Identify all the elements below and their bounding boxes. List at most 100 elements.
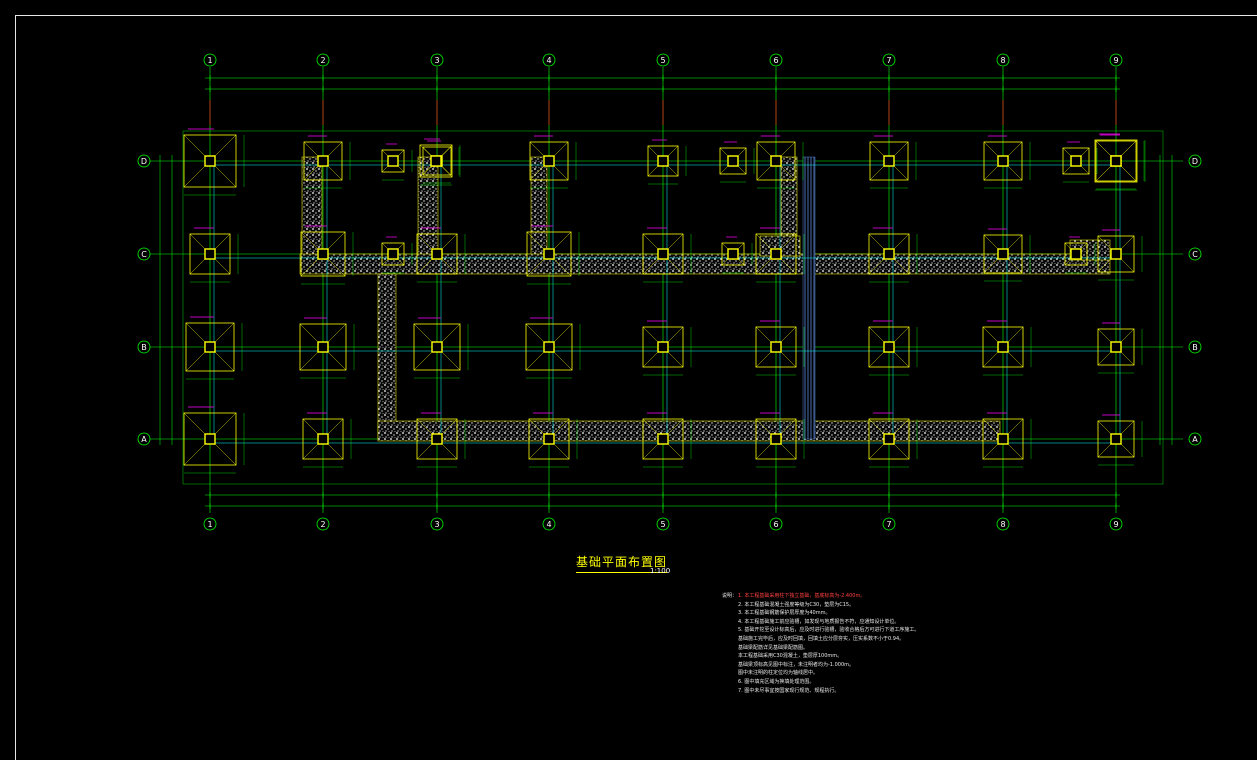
grid-bubble: 9 [1109,517,1123,531]
column-stub [1070,248,1082,260]
column-stub [387,155,399,167]
note-item: 5. 基础开挖至设计标高后，应及时进行验槽，验收合格后方可进行下道工序施工。 [738,627,920,634]
column-stub [883,248,895,260]
grid-bubble-label: 4 [546,520,551,529]
column-stub [387,248,399,260]
column-stub [770,433,782,445]
column-stub [430,155,442,167]
grid-bubble: 2 [316,53,330,67]
column-stub [657,433,669,445]
grid-bubble: 1 [203,53,217,67]
grid-bubble-label: 8 [1000,56,1005,65]
footing [381,143,413,181]
footing [983,135,1031,189]
column-stub [770,155,782,167]
grid-bubble: 6 [769,517,783,531]
note-item: 4. 本工程基础施工前应验槽，如发现与地质报告不符，应通知设计单位。 [738,618,900,625]
column-stub [1110,248,1122,260]
grid-bubble: D [1188,154,1202,168]
grid-bubble: A [137,432,151,446]
column-stub [317,155,329,167]
grid-bubble: 8 [996,517,1010,531]
fill-zone [299,253,1111,275]
column-stub [1110,433,1122,445]
column-stub [997,155,1009,167]
note-item: 7. 图中未尽事宜按国家现行规范、规程执行。 [738,687,840,694]
fill-zone [530,156,548,258]
grid-bubble: 7 [882,53,896,67]
grid-bubble-label: 1 [207,56,212,65]
grid-bubble: C [137,247,151,261]
footing [719,141,755,183]
column-stub [770,341,782,353]
column-stub [431,341,443,353]
note-item: 基础施工完毕后，应及时回填，回填土应分层夯实，压实系数不小于0.94。 [738,635,905,642]
grid-bubble-label: 7 [886,56,891,65]
grid-bubble-label: 6 [773,56,778,65]
grid-bubble-label: 5 [660,520,665,529]
footing [869,135,917,189]
column-stub [431,433,443,445]
grid-bubble: A [1188,432,1202,446]
grid-bubble: 3 [430,517,444,531]
grid-bubble-label: C [141,250,147,259]
note-item: 1. 本工程基础采用柱下独立基础，基底标高为-2.400m。 [738,593,866,599]
column-stub [1110,155,1122,167]
grid-bubble: 4 [542,517,556,531]
note-item: 本工程基础采用C30混凝土，垫层厚100mm。 [738,653,843,660]
grid-bubble-label: C [1192,250,1198,259]
note-item: 基础梁顶标高见图中标注，未注明者均为-1.000m。 [738,661,854,668]
grid-bubble: 5 [656,517,670,531]
grid-bubble: 7 [882,517,896,531]
grid-bubble: C [1188,247,1202,261]
note-item: 图中未注明的柱定位均为轴线居中。 [738,670,819,677]
column-stub [657,341,669,353]
grid-bubble-label: 5 [660,56,665,65]
fill-zone [377,273,397,440]
grid-bubble: 4 [542,53,556,67]
column-stub [1070,155,1082,167]
grid-bubble: 8 [996,53,1010,67]
grid-bubble-label: 3 [434,520,439,529]
notes-heading: 说明： [722,593,738,599]
note-item: 6. 图中填充区域为换填处理范围。 [738,678,815,685]
column-stub [883,155,895,167]
grid-bubble: 1 [203,517,217,531]
footing [1094,133,1146,191]
grid-bubble-label: 7 [886,520,891,529]
note-item: 2. 本工程基础混凝土强度等级为C30，垫层为C15。 [738,601,855,608]
column-stub [997,248,1009,260]
grid-bubble-label: 1 [207,520,212,529]
grid-bubble-label: D [141,157,147,166]
column-stub [204,155,216,167]
grid-bubble-label: 3 [434,56,439,65]
column-stub [317,341,329,353]
column-stub [204,433,216,445]
note-item: 基础梁配筋详见基础梁配筋图。 [738,644,809,651]
notes-list: 1. 本工程基础采用柱下独立基础，基底标高为-2.400m。 2. 本工程基础混凝… [722,592,1142,695]
column-stub [727,248,739,260]
fill-zone [417,156,439,258]
grid-bubble: 3 [430,53,444,67]
column-stub [1110,341,1122,353]
grid-bubble-label: 4 [546,56,551,65]
grid-bubble-label: A [1192,435,1198,444]
grid-bubble-label: 9 [1113,520,1118,529]
grid-bubble-label: A [141,435,147,444]
column-stub [997,433,1009,445]
column-stub [727,155,739,167]
drawing-scale: 1:100 [650,567,671,575]
column-stub [543,248,555,260]
grid-bubble-label: D [1192,157,1198,166]
column-stub [657,248,669,260]
grid-bubble: B [137,340,151,354]
column-stub [543,433,555,445]
column-stub [543,341,555,353]
footing [1062,141,1098,183]
fill-zone [780,156,798,243]
grid-bubble-label: B [141,343,147,352]
grid-bubble: 5 [656,53,670,67]
column-stub [204,341,216,353]
hatch-zone [802,156,816,440]
column-stub [997,341,1009,353]
